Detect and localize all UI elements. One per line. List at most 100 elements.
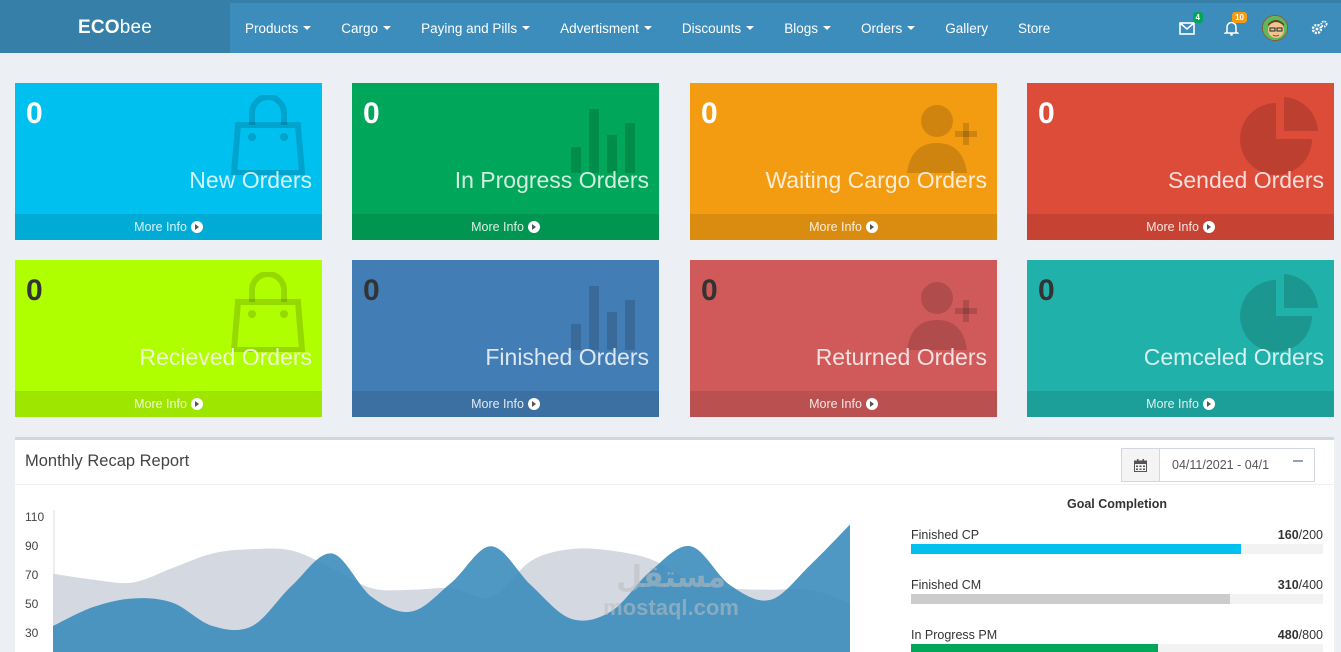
goal-label: In Progress PM [911, 628, 998, 642]
goal-value: 480/800 [1278, 628, 1323, 642]
progress-track [911, 544, 1323, 554]
nav-products[interactable]: Products [230, 3, 326, 53]
nav-orders[interactable]: Orders [846, 3, 930, 53]
more-info-link[interactable]: More Info [352, 391, 659, 417]
nav-label: Discounts [681, 20, 742, 36]
nav-label: Cargo [341, 20, 379, 36]
calendar-button[interactable] [1122, 449, 1160, 481]
main-nav: Products Cargo Paying and Pills Advertismen… [230, 3, 1065, 53]
stat-label: Finished Orders [485, 344, 649, 370]
date-range-input[interactable]: 04/11/2021 - 04/1 [1160, 449, 1314, 481]
more-info-label: More Info [1146, 220, 1199, 234]
stat-count: 0 [363, 97, 380, 130]
collapse-minus-icon[interactable] [1293, 460, 1303, 462]
more-info-label: More Info [809, 397, 862, 411]
goal-current: 480 [1277, 628, 1299, 642]
stat-label: In Progress Orders [454, 167, 649, 193]
stat-label: Sended Orders [1168, 167, 1324, 193]
goal-current: 160 [1277, 528, 1299, 542]
more-info-link[interactable]: More Info [15, 214, 322, 240]
stat-box-returned-orders: 0 Returned Orders More Info [690, 260, 997, 417]
more-info-link[interactable]: More Info [1027, 214, 1334, 240]
more-info-link[interactable]: More Info [15, 391, 322, 417]
stat-count: 0 [26, 274, 43, 307]
envelope-icon [1179, 21, 1195, 35]
nav-label: Orders [860, 20, 903, 36]
notifications-button[interactable]: 10 [1209, 3, 1253, 53]
shopping-bag-icon [230, 272, 306, 352]
nav-label: Store [1018, 20, 1051, 36]
panel-title: Monthly Recap Report [25, 452, 190, 470]
progress-track [911, 644, 1323, 652]
stat-box-in-progress-orders: 0 In Progress Orders More Info [352, 83, 659, 240]
messages-button[interactable]: 4 [1165, 3, 1209, 53]
arrow-circle-right-icon [190, 398, 203, 410]
nav-store[interactable]: Store [1003, 3, 1065, 53]
progress-fill [911, 644, 1159, 652]
pie-chart-icon [1240, 274, 1318, 352]
stat-count: 0 [26, 97, 43, 130]
arrow-circle-right-icon [1202, 398, 1215, 410]
nav-label: Paying and Pills [421, 20, 518, 36]
goal-current: 310 [1277, 578, 1299, 592]
y-tick-label: 90 [25, 539, 39, 553]
more-info-label: More Info [471, 397, 524, 411]
nav-discounts[interactable]: Discounts [667, 3, 769, 53]
arrow-circle-right-icon [190, 221, 203, 233]
progress-fill [911, 594, 1231, 604]
stat-label: Cemceled Orders [1143, 344, 1324, 370]
goal-label: Finished CM [911, 578, 982, 592]
settings-button[interactable] [1297, 3, 1341, 53]
more-info-link[interactable]: More Info [690, 391, 997, 417]
more-info-link[interactable]: More Info [1027, 391, 1334, 417]
arrow-circle-right-icon [865, 221, 878, 233]
caret-down-icon [522, 26, 531, 30]
nav-paying-and-pills[interactable]: Paying and Pills [406, 3, 545, 53]
more-info-label: More Info [1146, 397, 1199, 411]
progress-track [911, 594, 1323, 604]
stat-box-new-orders: 0 New Orders More Info [15, 83, 322, 240]
gears-icon [1311, 20, 1328, 35]
more-info-link[interactable]: More Info [690, 214, 997, 240]
user-menu-button[interactable] [1253, 3, 1297, 53]
nav-gallery[interactable]: Gallery [930, 3, 1003, 53]
navbar-right-icons: 4 10 [1165, 3, 1341, 53]
nav-label: Gallery [945, 20, 988, 36]
more-info-link[interactable]: More Info [352, 214, 659, 240]
goal-total: /200 [1298, 528, 1323, 542]
top-navbar: ECO bee Products Cargo Paying and Pills Adve… [0, 0, 1341, 53]
stat-label: New Orders [189, 167, 312, 193]
caret-down-icon [303, 26, 312, 30]
arrow-circle-right-icon [527, 398, 540, 410]
monthly-area-chart [53, 510, 850, 652]
more-info-label: More Info [809, 220, 862, 234]
nav-label: Advertisment [560, 20, 639, 36]
nav-blogs[interactable]: Blogs [769, 3, 846, 53]
nav-label: Blogs [784, 20, 818, 36]
date-range-picker[interactable]: 04/11/2021 - 04/1 [1121, 448, 1315, 482]
stat-label: Recieved Orders [139, 344, 312, 370]
bar-chart-icon [571, 286, 635, 350]
y-tick-label: 110 [25, 510, 45, 524]
goal-label: Finished CP [911, 528, 980, 542]
goal-progress-in-progress-pm: In Progress PM 480/800 [911, 628, 1323, 652]
more-info-label: More Info [134, 397, 187, 411]
stat-box-waiting-cargo-orders: 0 Waiting Cargo Orders More Info [690, 83, 997, 240]
user-avatar [1262, 15, 1288, 41]
more-info-label: More Info [134, 220, 187, 234]
caret-down-icon [643, 26, 652, 30]
brand-logo[interactable]: ECO bee [0, 3, 230, 53]
stat-count: 0 [363, 274, 380, 307]
caret-down-icon [822, 26, 831, 30]
brand-light: bee [119, 17, 153, 38]
arrow-circle-right-icon [865, 398, 878, 410]
stat-count: 0 [701, 97, 718, 130]
nav-advertisment[interactable]: Advertisment [545, 3, 667, 53]
notifications-badge: 10 [1232, 12, 1247, 23]
nav-cargo[interactable]: Cargo [326, 3, 406, 53]
y-tick-label: 30 [25, 626, 39, 640]
stat-box-recieved-orders: 0 Recieved Orders More Info [15, 260, 322, 417]
stat-count: 0 [701, 274, 718, 307]
stat-box-finished-orders: 0 Finished Orders More Info [352, 260, 659, 417]
stat-count: 0 [1038, 274, 1055, 307]
